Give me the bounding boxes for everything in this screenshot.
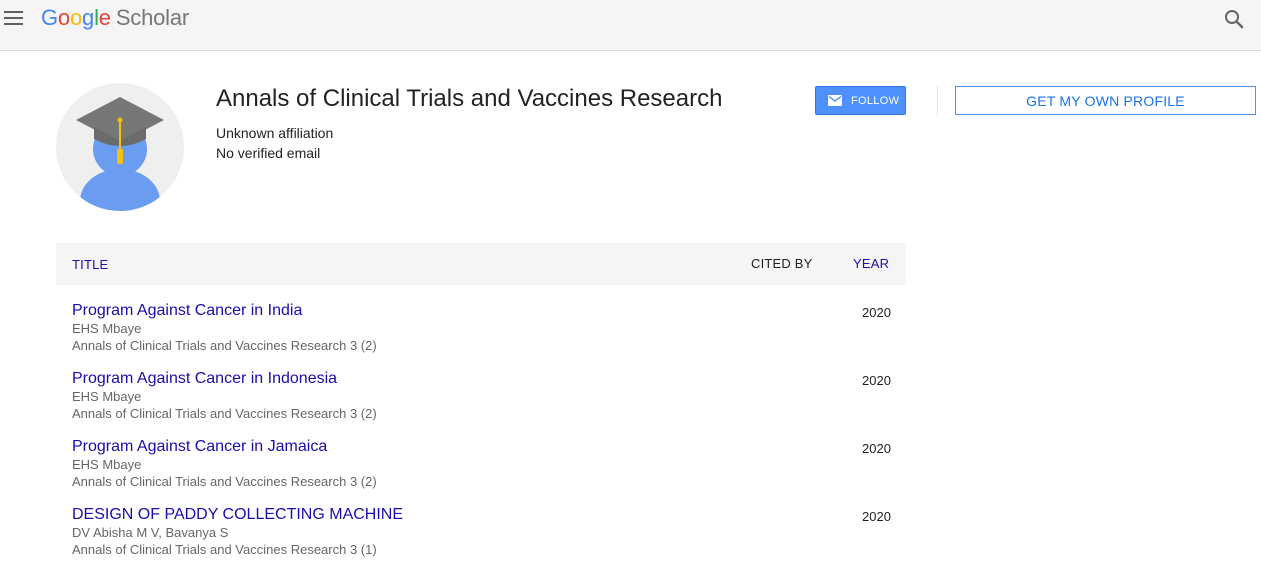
top-bar: Google Scholar — [0, 0, 1261, 51]
sort-by-title-header[interactable]: TITLE — [72, 257, 108, 272]
cited-by-header: CITED BY — [751, 256, 813, 271]
follow-button-label: FOLLOW — [851, 94, 900, 107]
logo-letter: o — [57, 5, 70, 30]
table-row: Program Against Cancer in Jamaica EHS Mb… — [56, 421, 906, 489]
article-title-link[interactable]: DESIGN OF PADDY COLLECTING MACHINE — [72, 505, 403, 524]
article-venue: Annals of Clinical Trials and Vaccines R… — [72, 406, 377, 421]
article-venue: Annals of Clinical Trials and Vaccines R… — [72, 542, 377, 557]
table-row: DESIGN OF PADDY COLLECTING MACHINE DV Ab… — [56, 489, 906, 557]
sort-by-year-header[interactable]: YEAR — [853, 256, 889, 271]
article-authors: DV Abisha M V, Bavanya S — [72, 525, 229, 540]
graduate-avatar-icon — [56, 83, 184, 211]
article-venue: Annals of Clinical Trials and Vaccines R… — [72, 474, 377, 489]
article-year: 2020 — [862, 441, 891, 456]
article-title-link[interactable]: Program Against Cancer in India — [72, 301, 302, 320]
logo-letter: o — [69, 5, 83, 30]
profile-name: Annals of Clinical Trials and Vaccines R… — [216, 85, 723, 112]
table-row: Program Against Cancer in Indonesia EHS … — [56, 353, 906, 421]
article-authors: EHS Mbaye — [72, 321, 142, 336]
article-venue: Annals of Clinical Trials and Vaccines R… — [72, 338, 377, 353]
divider — [937, 86, 938, 115]
get-my-own-profile-button[interactable]: GET MY OWN PROFILE — [955, 86, 1256, 115]
logo-letter: g — [82, 5, 95, 30]
logo-letter: G — [41, 5, 58, 30]
article-year: 2020 — [862, 509, 891, 524]
article-year: 2020 — [862, 305, 891, 320]
article-title-link[interactable]: Program Against Cancer in Indonesia — [72, 369, 337, 388]
logo-letter: e — [98, 5, 111, 30]
article-year: 2020 — [862, 373, 891, 388]
hamburger-menu-icon[interactable] — [2, 6, 26, 30]
follow-button[interactable]: FOLLOW — [815, 86, 906, 115]
mail-icon — [828, 95, 842, 106]
search-icon[interactable] — [1222, 7, 1246, 31]
profile-email-status: No verified email — [216, 145, 321, 161]
article-authors: EHS Mbaye — [72, 457, 142, 472]
google-scholar-logo[interactable]: Google Scholar — [41, 4, 189, 32]
articles-table-header: TITLE CITED BY YEAR — [56, 243, 906, 285]
articles-list: Program Against Cancer in India EHS Mbay… — [56, 285, 906, 557]
table-row: Program Against Cancer in India EHS Mbay… — [56, 285, 906, 353]
logo-suffix: Scholar — [115, 5, 190, 30]
article-title-link[interactable]: Program Against Cancer in Jamaica — [72, 437, 327, 456]
profile-affiliation: Unknown affiliation — [216, 125, 334, 141]
article-authors: EHS Mbaye — [72, 389, 142, 404]
